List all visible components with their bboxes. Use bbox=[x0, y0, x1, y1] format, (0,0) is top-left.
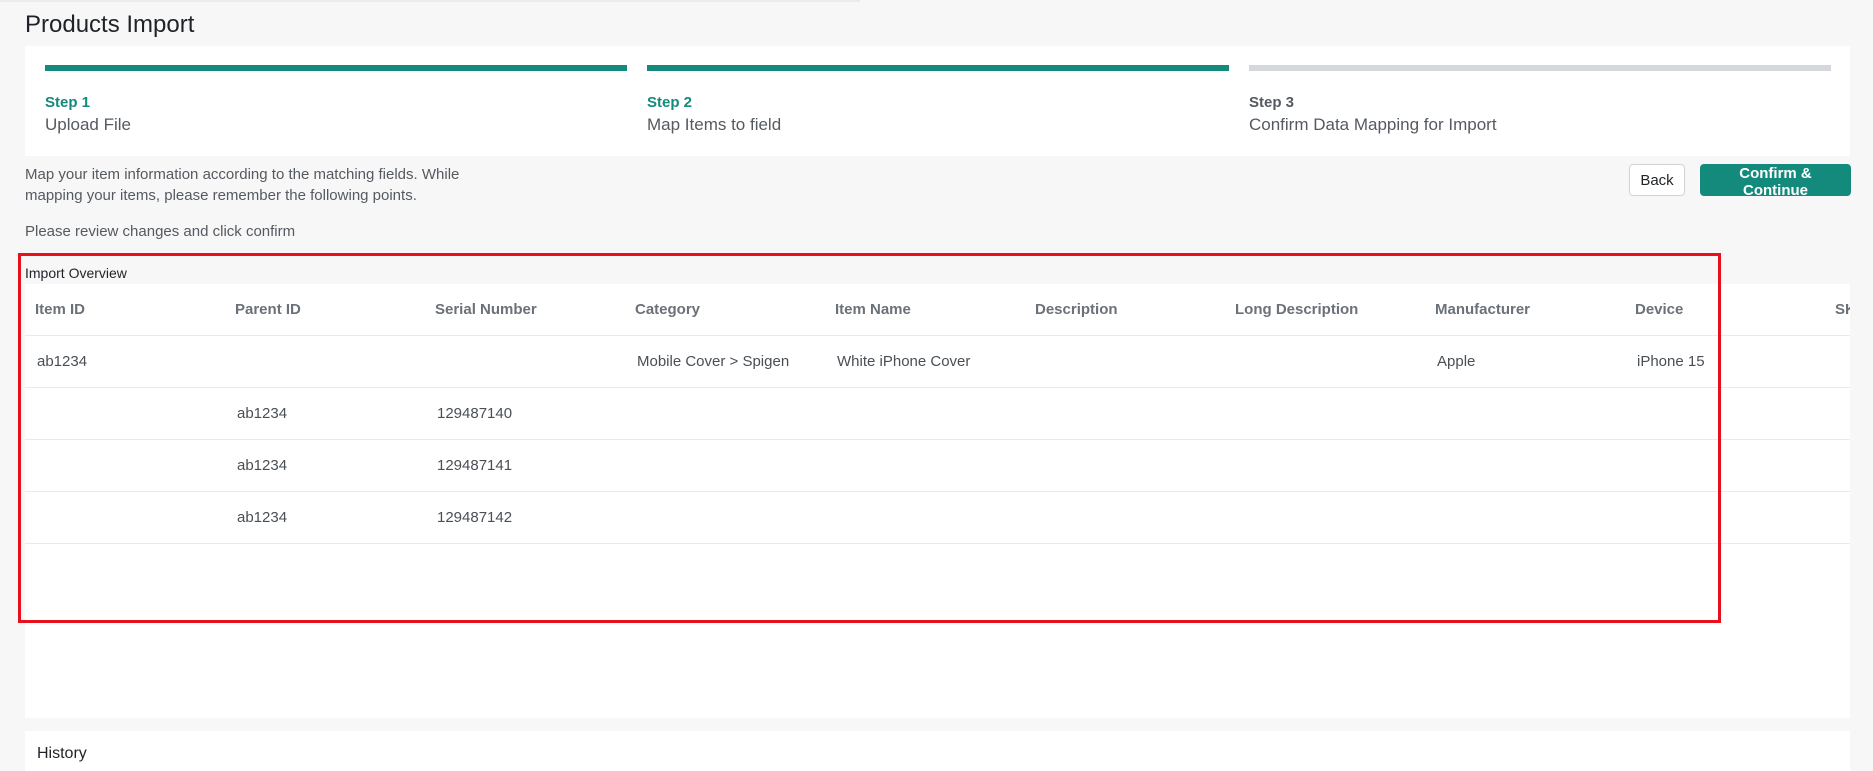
mapping-instructions: Map your item information according to t… bbox=[25, 166, 460, 204]
step-progress-bar bbox=[45, 65, 627, 71]
table-header-row: Item ID Parent ID Serial Number Category… bbox=[25, 284, 1850, 336]
table-cell bbox=[625, 491, 825, 544]
step-label: Confirm Data Mapping for Import bbox=[1249, 115, 1497, 134]
column-header: Long Description bbox=[1225, 284, 1425, 336]
table-cell: ab1234 bbox=[225, 439, 425, 492]
table-cell bbox=[625, 387, 825, 440]
table-cell bbox=[1025, 387, 1225, 440]
table-cell: ab1234 bbox=[225, 387, 425, 440]
confirm-continue-button[interactable]: Confirm & Continue bbox=[1700, 164, 1851, 199]
step-confirm-mapping: Step 3 Confirm Data Mapping for Import bbox=[1249, 46, 1831, 156]
column-header: Category bbox=[625, 284, 825, 336]
column-header: Manufacturer bbox=[1425, 284, 1625, 336]
step-upload-file: Step 1 Upload File bbox=[45, 46, 627, 156]
table-cell: Mobile Cover > Spigen bbox=[625, 335, 825, 388]
table-cell bbox=[1625, 387, 1825, 440]
column-header: Item ID bbox=[25, 284, 225, 336]
top-divider bbox=[0, 0, 860, 2]
table-cell bbox=[25, 491, 225, 544]
history-panel: History bbox=[25, 731, 1850, 771]
table-cell bbox=[825, 387, 1025, 440]
table-row: ab1234 Mobile Cover > Spigen White iPhon… bbox=[25, 335, 1850, 388]
table-cell bbox=[1825, 491, 1850, 544]
table-cell bbox=[1625, 491, 1825, 544]
column-header: Serial Number bbox=[425, 284, 625, 336]
table-row: ab1234 129487140 bbox=[25, 387, 1850, 440]
step-progress-bar bbox=[1249, 65, 1831, 71]
table-cell bbox=[425, 335, 625, 388]
column-header: Device bbox=[1625, 284, 1825, 336]
step-map-items: Step 2 Map Items to field bbox=[647, 46, 1229, 156]
table-cell bbox=[1625, 439, 1825, 492]
table-cell: White iPhone Cover bbox=[825, 335, 1025, 388]
table-cell bbox=[1025, 439, 1225, 492]
table-cell: 129487140 bbox=[425, 387, 625, 440]
table-cell: ab1234 bbox=[225, 491, 425, 544]
table-cell bbox=[1425, 439, 1625, 492]
import-overview-table-container[interactable]: Item ID Parent ID Serial Number Category… bbox=[25, 284, 1850, 718]
table-cell bbox=[1025, 491, 1225, 544]
column-header: Parent ID bbox=[225, 284, 425, 336]
history-title: History bbox=[37, 745, 87, 762]
table-cell bbox=[1225, 439, 1425, 492]
step-number: Step 3 bbox=[1249, 94, 1295, 111]
column-header: Description bbox=[1025, 284, 1225, 336]
table-cell bbox=[625, 439, 825, 492]
table-cell bbox=[1825, 439, 1850, 492]
table-cell bbox=[25, 439, 225, 492]
table-cell bbox=[25, 387, 225, 440]
column-header: SK bbox=[1825, 284, 1850, 336]
table-cell: iPhone 15 bbox=[1625, 335, 1825, 388]
table-cell bbox=[825, 439, 1025, 492]
table-row: ab1234 129487142 bbox=[25, 491, 1850, 544]
table-cell bbox=[825, 491, 1025, 544]
table-cell bbox=[1225, 335, 1425, 388]
import-overview-table: Item ID Parent ID Serial Number Category… bbox=[25, 284, 1850, 544]
table-cell: 129487142 bbox=[425, 491, 625, 544]
table-cell bbox=[1425, 387, 1625, 440]
step-number: Step 1 bbox=[45, 94, 91, 111]
step-progress-bar bbox=[647, 65, 1229, 71]
import-stepper: Step 1 Upload File Step 2 Map Items to f… bbox=[25, 46, 1850, 156]
step-label: Upload File bbox=[45, 115, 131, 134]
table-row: ab1234 129487141 bbox=[25, 439, 1850, 492]
column-header: Item Name bbox=[825, 284, 1025, 336]
review-prompt: Please review changes and click confirm bbox=[25, 223, 296, 240]
table-cell: 129487141 bbox=[425, 439, 625, 492]
table-cell bbox=[1225, 491, 1425, 544]
table-cell bbox=[1025, 335, 1225, 388]
step-label: Map Items to field bbox=[647, 115, 782, 134]
back-button[interactable]: Back bbox=[1629, 164, 1685, 196]
table-cell: ab1234 bbox=[25, 335, 225, 388]
import-overview-title: Import Overview bbox=[25, 265, 127, 281]
table-cell bbox=[1425, 491, 1625, 544]
table-cell bbox=[225, 335, 425, 388]
table-cell bbox=[1825, 387, 1850, 440]
table-cell bbox=[1825, 335, 1850, 388]
table-cell: Apple bbox=[1425, 335, 1625, 388]
step-number: Step 2 bbox=[647, 94, 693, 111]
page-title: Products Import bbox=[25, 11, 195, 38]
table-cell bbox=[1225, 387, 1425, 440]
